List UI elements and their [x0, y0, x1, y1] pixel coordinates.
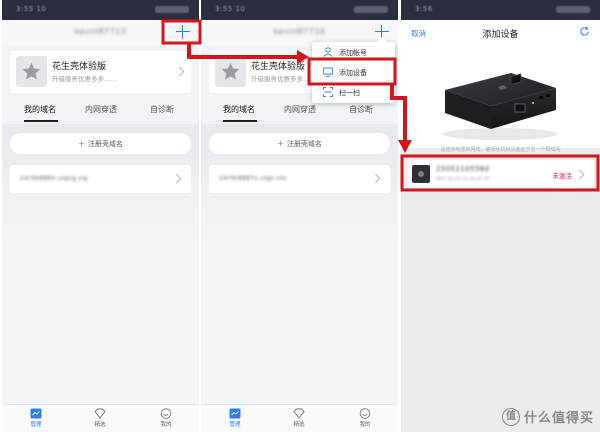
- plus-icon: +: [78, 139, 85, 148]
- manage-icon: [229, 408, 241, 419]
- tab-diagnose[interactable]: 自诊断: [150, 104, 174, 115]
- title-bar: kevin87713: [2, 20, 199, 46]
- status-time: 3:55 10: [215, 5, 246, 13]
- status-icons: [556, 6, 590, 13]
- diamond-icon: [94, 408, 106, 419]
- nav-featured-label: 精选: [293, 422, 305, 428]
- chevron-right-icon: [574, 169, 585, 180]
- menu-add-account-label: 添加帐号: [339, 49, 367, 57]
- nav-manage[interactable]: 管理: [215, 408, 255, 428]
- version-subtitle: 升级服务优惠多多......: [52, 75, 117, 83]
- chevron-right-icon: [174, 66, 185, 77]
- plus-icon: +: [277, 139, 284, 148]
- diamond-icon: [293, 408, 305, 419]
- register-domain-button[interactable]: + 注册壳域名: [10, 133, 191, 154]
- version-card[interactable]: 花生壳体验版 升级服务优惠多多......: [10, 51, 191, 93]
- watermark-text: 什么值得买: [523, 411, 594, 426]
- nav-manage-label: 管理: [30, 422, 42, 428]
- add-plus-button[interactable]: [176, 25, 190, 39]
- status-icons: [155, 6, 189, 13]
- star-icon: [215, 56, 246, 87]
- chevron-right-icon: [370, 173, 381, 184]
- scan-icon: [323, 87, 333, 97]
- smile-icon: [359, 408, 371, 419]
- status-bar: 3:55 10: [2, 0, 199, 20]
- watermark-logo: 值: [501, 407, 520, 426]
- router-box-illustration: [442, 73, 558, 140]
- menu-add-device-label: 添加设备: [339, 69, 367, 77]
- register-label: 注册壳域名: [87, 140, 123, 148]
- connection-hint: 请连接电源和网线，确保手机和设备在于同一个局域网: [440, 147, 561, 153]
- status-time: 3:56: [415, 5, 433, 13]
- star-icon: [16, 56, 47, 87]
- device-status: 未激活: [552, 172, 573, 180]
- version-subtitle: 升级服务优惠多多...: [251, 75, 310, 83]
- domain-list-item[interactable]: 24r0k8887s.uiqn.nlo: [209, 165, 390, 193]
- nav-featured-label: 精选: [94, 422, 106, 428]
- device-hero: [401, 46, 600, 148]
- screen-add-device: 3:56 取消 添加设备 请连接电源和网线，确保手机和设备在于同一个局域网 25…: [401, 0, 600, 432]
- nav-manage-label: 管理: [229, 422, 241, 428]
- nav-mine-label: 我的: [160, 422, 172, 428]
- add-popup-menu: 添加帐号 添加设备 扫一扫: [312, 37, 395, 103]
- bottom-nav: 管理 精选 我的: [2, 404, 199, 432]
- device-thumbnail: [412, 165, 430, 183]
- tab-diagnose[interactable]: 自诊断: [349, 104, 373, 115]
- tab-intranet[interactable]: 内网穿透: [85, 104, 117, 115]
- account-title: kevin87713: [74, 27, 127, 36]
- manage-icon: [30, 408, 42, 419]
- menu-add-account[interactable]: 添加帐号: [312, 42, 395, 62]
- tab-intranet[interactable]: 内网穿透: [284, 104, 316, 115]
- tab-my-domains[interactable]: 我的域名: [223, 104, 255, 115]
- nav-mine-label: 我的: [359, 422, 371, 428]
- domain-name-blurred: 24r0k8880.uiqng.vip: [20, 175, 89, 182]
- chevron-right-icon: [171, 173, 182, 184]
- menu-add-device[interactable]: 添加设备: [312, 62, 395, 82]
- tab-underline: [24, 120, 58, 122]
- device-mac-blurred: MAC:00-25-12-3A-5E-0F: [436, 177, 490, 182]
- tab-bar: 我的域名 内网穿透 自诊断: [2, 98, 199, 124]
- domain-list-item[interactable]: 24r0k8880.uiqng.vip: [10, 165, 191, 193]
- watermark: 值 什么值得买: [501, 407, 594, 426]
- domain-name-blurred: 24r0k8887s.uiqn.nlo: [219, 175, 287, 182]
- nav-featured[interactable]: 精选: [80, 408, 120, 428]
- device-sn-blurred: 2505210558d: [436, 165, 490, 173]
- nav-header: 取消 添加设备: [401, 20, 600, 46]
- account-title: kevin87716: [273, 27, 326, 36]
- tab-underline: [223, 120, 257, 122]
- version-title: 花生壳体验版: [52, 62, 107, 72]
- register-label: 注册壳域名: [286, 140, 322, 148]
- register-domain-button[interactable]: + 注册壳域名: [209, 133, 390, 154]
- page-title: 添加设备: [482, 30, 519, 40]
- menu-scan[interactable]: 扫一扫: [312, 82, 395, 102]
- tab-my-domains[interactable]: 我的域名: [24, 104, 56, 115]
- nav-mine[interactable]: 我的: [345, 408, 385, 428]
- smile-icon: [160, 408, 172, 419]
- screen-my-domains: 3:55 10 kevin87713 花生壳体验版 升级服务优惠多多......…: [2, 0, 199, 432]
- device-list-item[interactable]: 2505210558d MAC:00-25-12-3A-5E-0F 未激活: [407, 160, 594, 188]
- bottom-nav: 管理 精选 我的: [201, 404, 398, 432]
- status-bar: 3:56: [401, 0, 600, 20]
- version-title: 花生壳体验版: [251, 62, 306, 72]
- status-bar: 3:55 10: [201, 0, 398, 20]
- status-icons: [354, 6, 388, 13]
- nav-featured[interactable]: 精选: [279, 408, 319, 428]
- nav-mine[interactable]: 我的: [146, 408, 186, 428]
- menu-scan-label: 扫一扫: [339, 89, 360, 97]
- person-icon: [323, 47, 333, 57]
- screen-add-menu: 3:55 10 kevin87716 花生壳体验版 升级服务优惠多多... 我的…: [201, 0, 398, 432]
- monitor-icon: [323, 67, 333, 77]
- status-time: 3:55 10: [16, 5, 47, 13]
- nav-manage[interactable]: 管理: [16, 408, 56, 428]
- refresh-icon[interactable]: [579, 26, 590, 37]
